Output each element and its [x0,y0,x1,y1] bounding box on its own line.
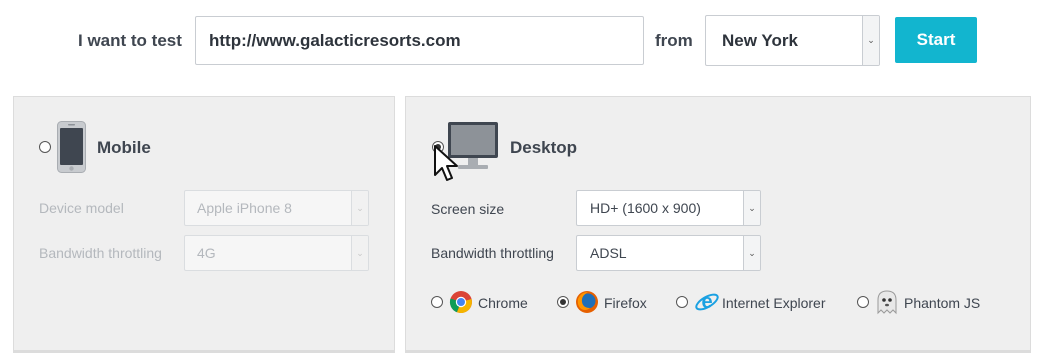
chrome-icon [449,290,473,314]
screen-size-value: HD+ (1600 x 900) [590,200,701,216]
location-value: New York [722,30,798,50]
browser-radio-firefox[interactable] [557,296,569,308]
device-model-value: Apple iPhone 8 [197,200,292,216]
from-label: from [655,31,693,50]
mobile-bandwidth-value: 4G [197,245,216,261]
phantomjs-icon [875,289,899,315]
browser-label-internet-explorer[interactable]: Internet Explorer [722,295,826,311]
start-button[interactable]: Start [895,17,977,63]
desktop-bandwidth-value: ADSL [590,245,627,261]
mobile-radio[interactable] [39,141,51,153]
browser-label-chrome[interactable]: Chrome [478,295,528,311]
browser-radio-phantomjs[interactable] [857,296,869,308]
mobile-title: Mobile [97,138,151,157]
desktop-title: Desktop [510,138,578,157]
chevron-down-icon[interactable]: ⌄ [743,236,760,270]
desktop-bandwidth-select[interactable]: ADSL ⌄ [576,235,761,271]
chevron-down-icon[interactable]: ⌄ [862,16,879,65]
browser-label-phantomjs[interactable]: Phantom JS [904,295,980,311]
svg-text:e: e [701,291,712,313]
screen-size-label: Screen size [431,201,505,217]
device-model-select[interactable]: Apple iPhone 8 ⌄ [184,190,369,226]
chevron-down-icon[interactable]: ⌄ [351,191,368,225]
location-select[interactable]: New York ⌄ [705,15,880,66]
browser-label-firefox[interactable]: Firefox [604,295,647,311]
mobile-phone-icon [57,121,86,173]
screen-size-select[interactable]: HD+ (1600 x 900) ⌄ [576,190,761,226]
test-prefix-label: I want to test [78,31,182,50]
url-input[interactable] [195,16,644,65]
mobile-bandwidth-select[interactable]: 4G ⌄ [184,235,369,271]
mobile-bandwidth-label: Bandwidth throttling [39,245,162,261]
firefox-icon [575,290,599,314]
browser-radio-internet-explorer[interactable] [676,296,688,308]
internet-explorer-icon: e [694,289,720,315]
chevron-down-icon[interactable]: ⌄ [743,191,760,225]
browser-radio-chrome[interactable] [431,296,443,308]
chevron-down-icon[interactable]: ⌄ [351,236,368,270]
desktop-bandwidth-label: Bandwidth throttling [431,245,554,261]
device-model-label: Device model [39,200,124,216]
mouse-cursor-icon [433,145,459,183]
